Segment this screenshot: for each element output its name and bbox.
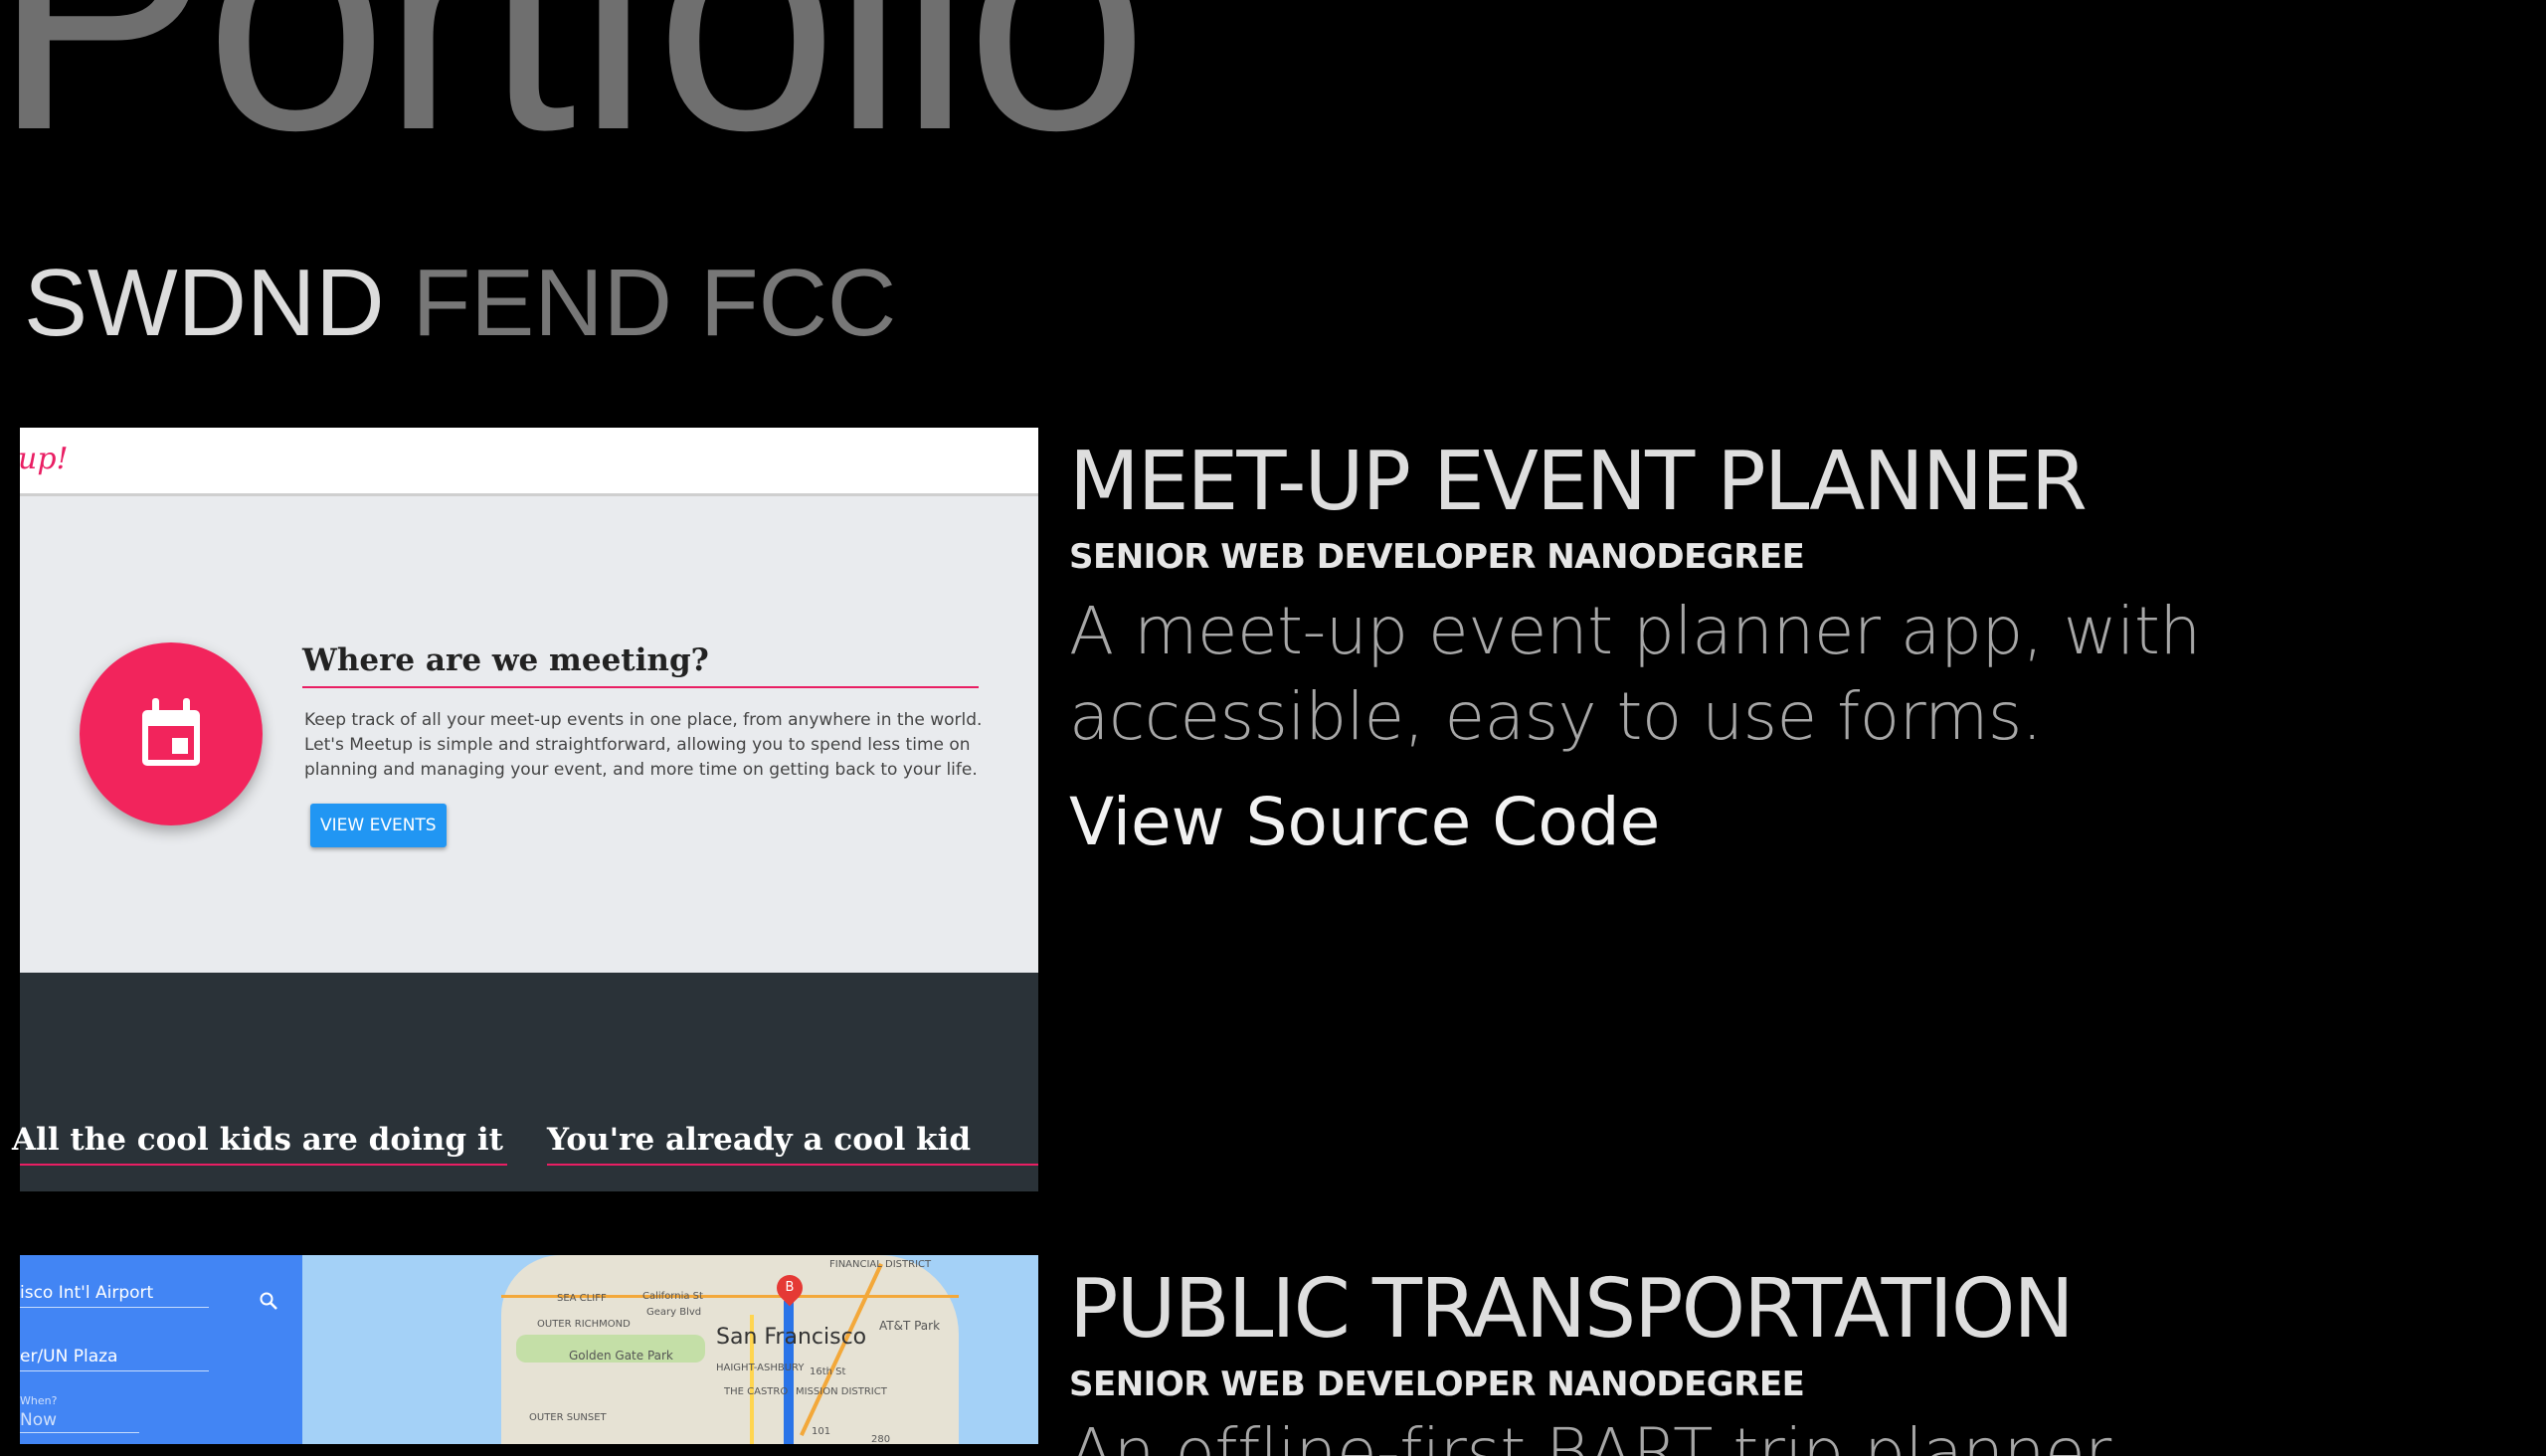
calendar-icon [80,642,263,825]
view-events-button[interactable]: VIEW EVENTS [310,804,447,847]
project-title: PUBLIC TRANSPORTATION [1069,1262,2075,1357]
meetup-thumb-bottom-left-rule [20,1164,507,1166]
when-input[interactable]: Now [20,1410,139,1433]
map-label: FINANCIAL DISTRICT [829,1259,932,1270]
meetup-thumb-footer [20,973,1038,1191]
meetup-thumb-bottom-left-heading: All the cool kids are doing it [12,1122,503,1158]
map-label: MISSION DISTRICT [796,1386,887,1397]
meetup-thumb-divider [302,686,979,688]
tab-fend[interactable]: FEND [413,249,672,358]
map-label: OUTER SUNSET [529,1412,607,1423]
page-hero-title: Portfolio [0,0,1149,198]
transit-search-panel: isco Int'l Airport er/UN Plaza When? Now [20,1255,302,1444]
map-label: California St [642,1291,703,1302]
meetup-thumb-heading: Where are we meeting? [302,642,709,678]
meetup-thumb-paragraph: Keep track of all your meet-up events in… [304,710,983,780]
map-label: Geary Blvd [646,1307,702,1318]
portfolio-tabs: SWDND FEND FCC [24,249,896,358]
map-label: THE CASTRO [724,1386,789,1397]
meetup-thumb-topbar: up! [20,428,1038,496]
search-icon[interactable] [259,1291,278,1315]
project-subtitle: SENIOR WEB DEVELOPER NANODEGREE [1069,537,1805,578]
project-description: An offline-first BART trip planner [1069,1416,2501,1456]
map-label: HAIGHT-ASHBURY [716,1363,805,1373]
meetup-thumb-bottom-right-heading: You're already a cool kid [547,1122,972,1158]
map-label: OUTER RICHMOND [537,1319,631,1330]
project-description: A meet-up event planner app, with access… [1069,593,2201,755]
map-label: 101 [812,1426,831,1437]
transit-project-details: PUBLIC TRANSPORTATION SENIOR WEB DEVELOP… [1069,1262,2501,1456]
meetup-thumb-bottom-right-rule [547,1164,1038,1166]
map-label: AT&T Park [879,1319,941,1333]
map-label: Golden Gate Park [569,1349,673,1363]
project-title: MEET-UP EVENT PLANNER [1069,435,2088,529]
to-station-input[interactable]: er/UN Plaza [20,1347,209,1371]
map-label: SEA CLIFF [557,1293,607,1304]
project-description-text: An offline-first BART trip planner [1069,1416,2111,1456]
project-subtitle: SENIOR WEB DEVELOPER NANODEGREE [1069,1365,1805,1405]
map-label: 280 [871,1434,891,1444]
tab-fcc[interactable]: FCC [700,249,896,358]
transit-project-thumbnail[interactable]: isco Int'l Airport er/UN Plaza When? Now… [20,1255,1038,1444]
meetup-project-thumbnail[interactable]: up! Where are we meeting? Keep track of … [20,428,1038,1191]
tab-swdnd[interactable]: SWDND [24,249,385,358]
transit-map[interactable]: SEA CLIFF California St Geary Blvd OUTER… [302,1255,1038,1444]
map-label: 16th St [810,1366,846,1377]
map-pin-label: B [785,1280,795,1295]
meetup-project-details: MEET-UP EVENT PLANNER SENIOR WEB DEVELOP… [1069,435,2501,860]
map-city-label: San Francisco [716,1325,867,1350]
map-pin-icon[interactable]: B [771,1269,809,1307]
from-station-input[interactable]: isco Int'l Airport [20,1283,209,1308]
meetup-thumb-logo: up! [20,442,69,476]
when-label: When? [20,1394,58,1407]
view-source-code-link[interactable]: View Source Code [1069,784,1660,860]
